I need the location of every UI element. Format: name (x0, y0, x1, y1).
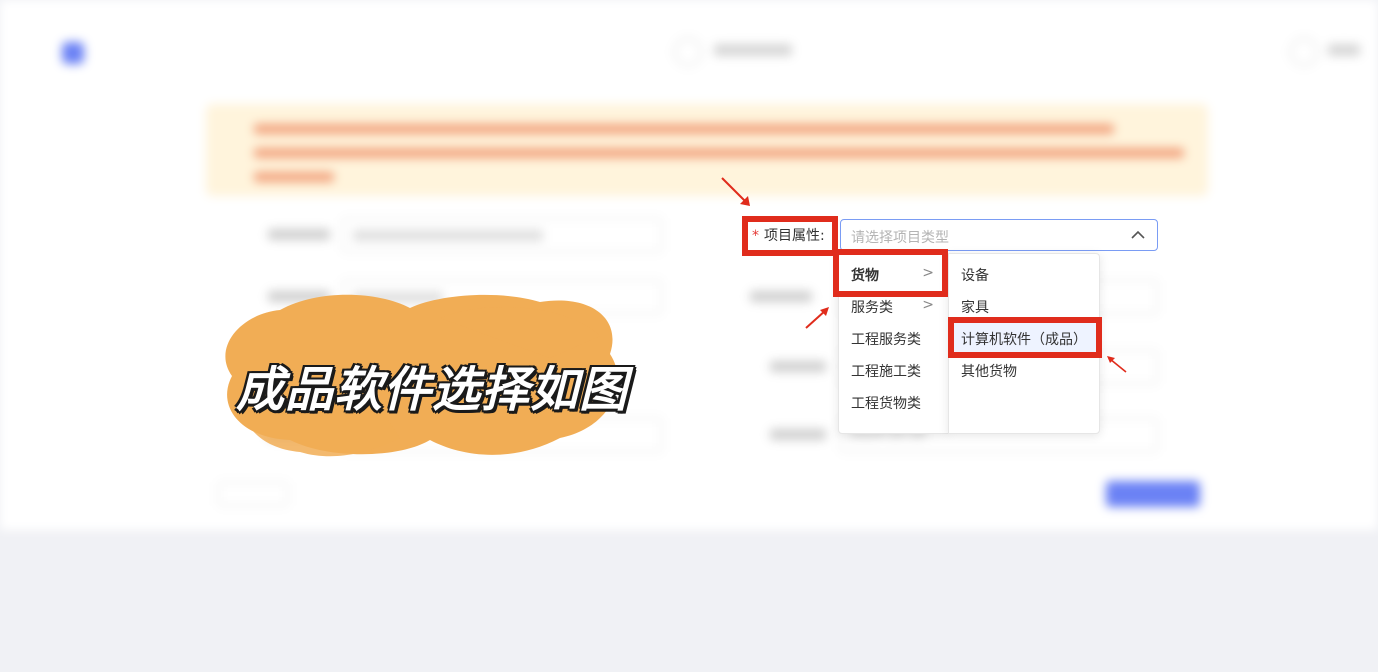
step-indicator (674, 38, 794, 66)
cascader-option-label: 家具 (961, 300, 989, 316)
chevron-up-icon (1131, 230, 1145, 239)
warning-notice (206, 104, 1208, 196)
cascader-option-label: 工程施工类 (851, 364, 921, 380)
back-button[interactable] (218, 482, 288, 506)
chevron-right-icon: > (922, 297, 934, 313)
annotation-arrow-2 (805, 307, 829, 329)
cascader-option-label: 设备 (961, 268, 989, 284)
cascader-option-label: 工程服务类 (851, 332, 921, 348)
cascader-option-label: 服务类 (851, 300, 893, 316)
annotation-box-label (742, 216, 838, 256)
cascader-option-other-goods[interactable]: 其他货物 (949, 354, 1099, 386)
cascader-option-equipment[interactable]: 设备 (949, 258, 1099, 290)
cascader-option-label: 其他货物 (961, 364, 1017, 380)
app-logo (62, 42, 84, 64)
annotation-arrow-1 (721, 177, 750, 206)
annotation-box-goods (833, 249, 948, 297)
next-button[interactable] (1106, 481, 1200, 507)
annotation-box-software (948, 317, 1102, 358)
project-type-placeholder: 请选择项目类型 (851, 230, 949, 246)
cascader-option-engineering-services[interactable]: 工程服务类 (839, 322, 948, 354)
project-type-select[interactable]: 请选择项目类型 (840, 219, 1158, 251)
cascader-option-label: 工程货物类 (851, 396, 921, 412)
form-row-blur-1 (268, 218, 668, 252)
annotation-arrow-3 (1107, 356, 1127, 373)
step-indicator-2 (1290, 38, 1370, 66)
cascader-option-engineering-construction[interactable]: 工程施工类 (839, 354, 948, 386)
cascader-option-engineering-goods[interactable]: 工程货物类 (839, 386, 948, 418)
blurred-background: 2024-10-16 (0, 0, 1378, 530)
overlay-headline: 成品软件选择如图 (236, 362, 629, 418)
